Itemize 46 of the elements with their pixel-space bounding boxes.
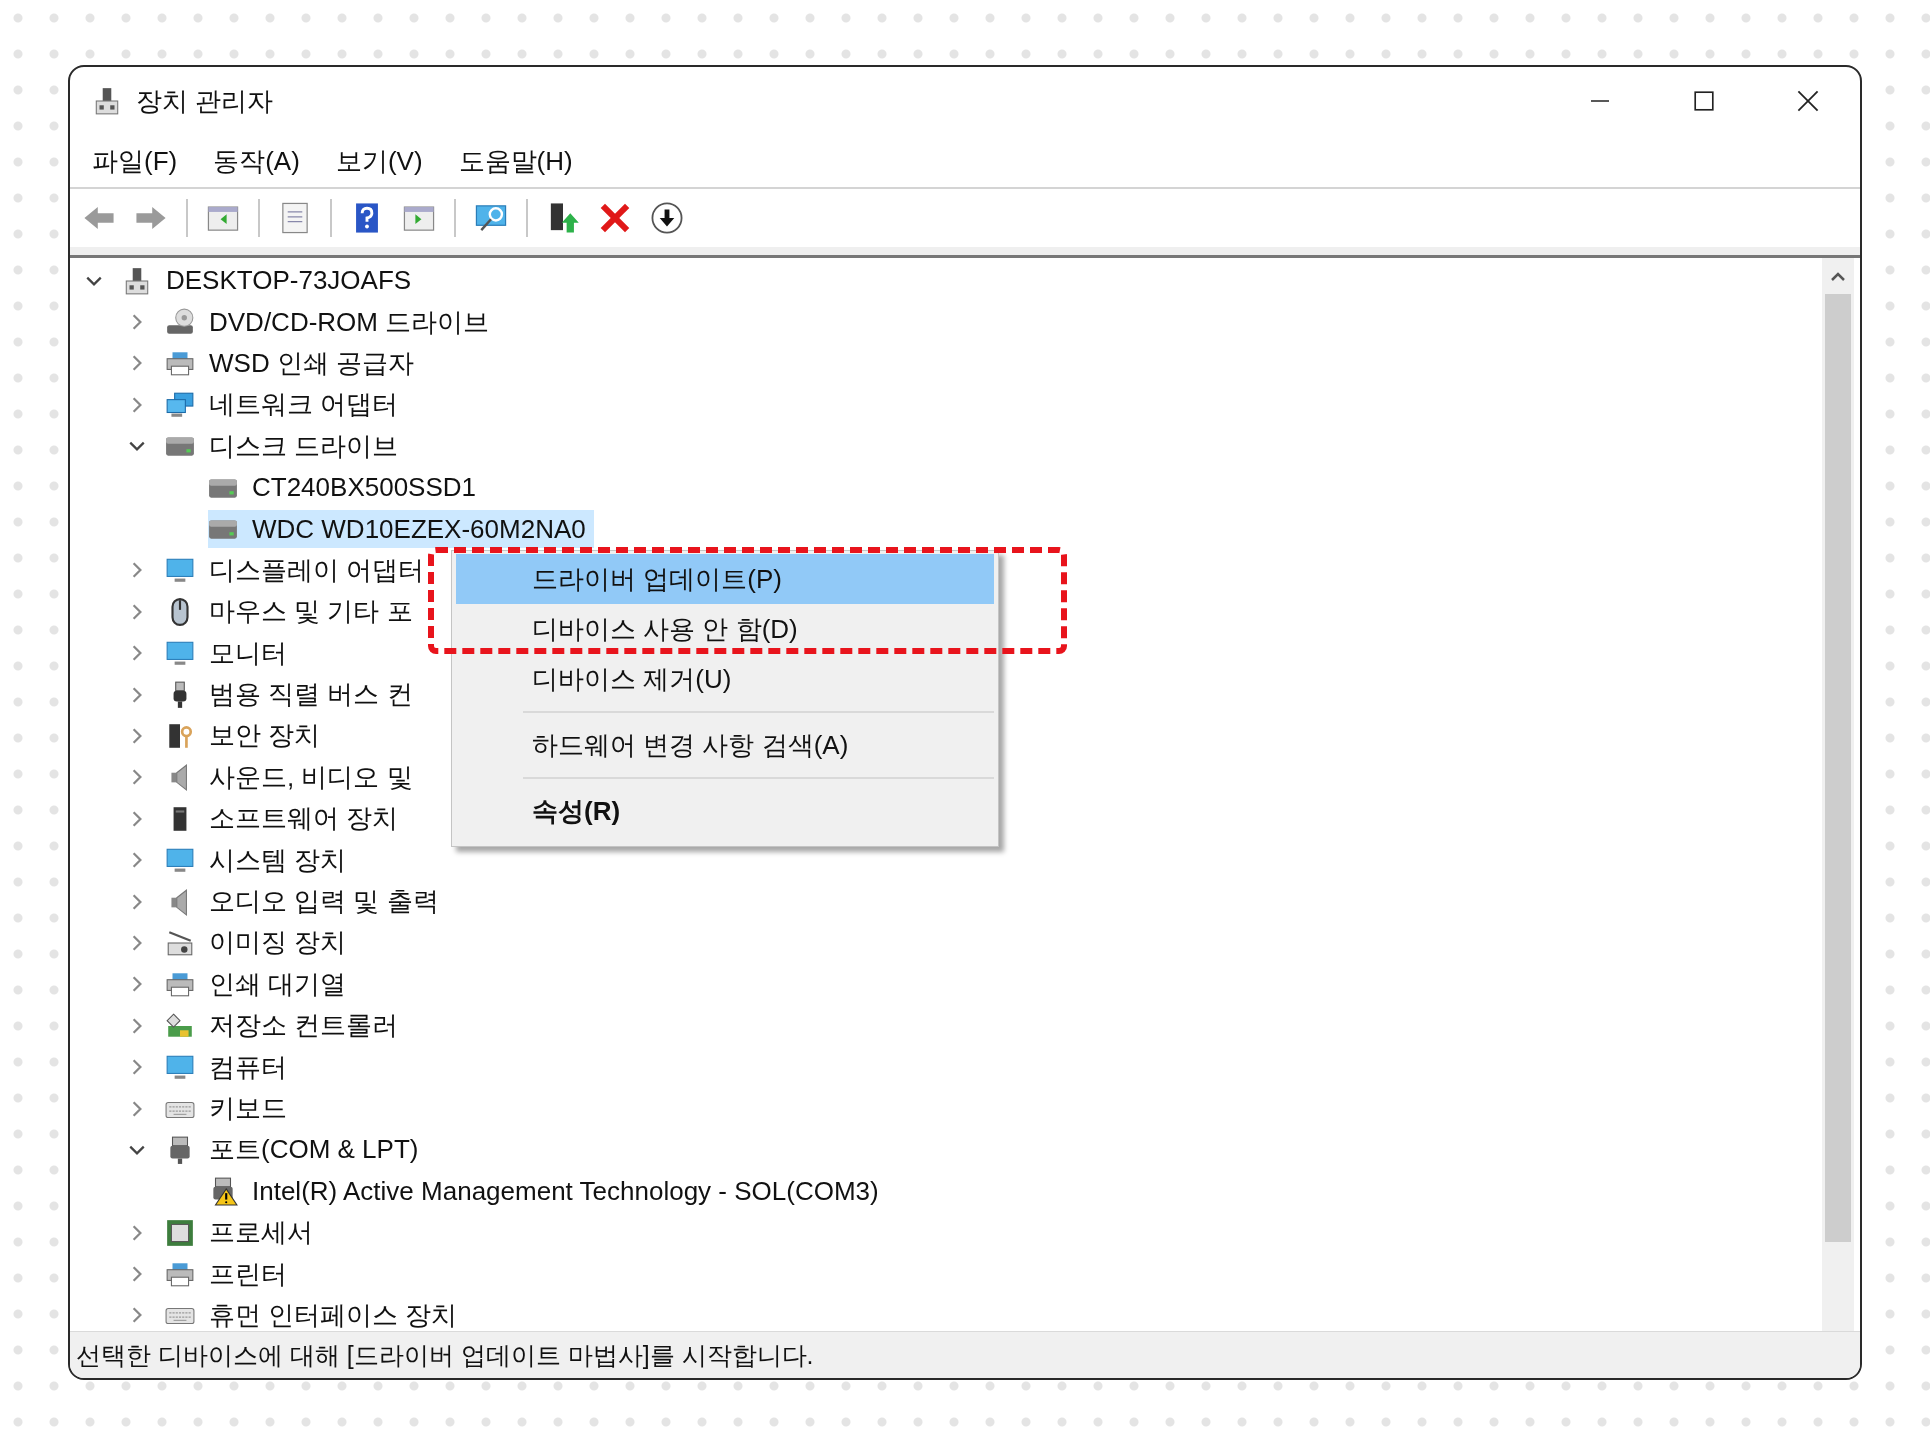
scroll-up-icon[interactable] <box>1830 272 1846 282</box>
tree-item[interactable]: WSD 인쇄 공급자 <box>165 344 423 383</box>
tree-item[interactable]: DESKTOP-73JOAFS <box>122 261 420 300</box>
tree-item[interactable]: 오디오 입력 및 출력 <box>165 882 447 921</box>
menu-option[interactable]: 하드웨어 변경 사항 검색(A) <box>456 720 994 770</box>
scrollbar[interactable] <box>1822 258 1854 1331</box>
tree-item[interactable]: 키보드 <box>165 1089 295 1128</box>
menu-option[interactable]: 속성(R) <box>456 786 994 836</box>
menu-item[interactable]: 도움말(H) <box>458 143 573 179</box>
tree-item[interactable]: 네트워크 어댑터 <box>165 385 407 424</box>
menu-option[interactable]: 디바이스 사용 안 함(D) <box>456 604 994 654</box>
tree-item[interactable]: 포트(COM & LPT) <box>165 1130 427 1169</box>
tree-item[interactable]: Intel(R) Active Management Technology - SOL(COM3) <box>208 1172 887 1211</box>
tree-item[interactable]: 범용 직렬 버스 컨 <box>165 675 421 714</box>
tree-item[interactable]: 컴퓨터 <box>165 1048 295 1087</box>
status-text: 선택한 디바이스에 대해 [드라이버 업데이트 마법사]를 시작합니다. <box>76 1339 814 1371</box>
menu-option[interactable]: 디바이스 제거(U) <box>456 654 994 704</box>
menu-item[interactable]: 파일(F) <box>92 143 178 179</box>
tree-item[interactable]: 마우스 및 기타 포 <box>165 592 421 631</box>
tree-item[interactable]: 디스크 드라이브 <box>165 427 407 466</box>
menu-item[interactable]: 보기(V) <box>335 143 423 179</box>
tree-item[interactable]: 프린터 <box>165 1255 295 1294</box>
close-icon <box>1796 89 1820 113</box>
delete-icon <box>598 201 632 235</box>
tree-item[interactable]: 디스플레이 어댑터 <box>165 551 433 590</box>
scrollbar-thumb[interactable] <box>1825 294 1851 1242</box>
tree-item[interactable]: 모니터 <box>165 634 295 673</box>
tree-item[interactable]: 휴먼 인터페이스 장치 <box>165 1296 466 1331</box>
maximize-icon <box>1693 90 1715 112</box>
tree-item[interactable]: 시스템 장치 <box>165 841 355 880</box>
download-icon <box>650 201 684 235</box>
chip-icon <box>165 1217 195 1248</box>
menu-option[interactable]: 드라이버 업데이트(P) <box>456 554 994 604</box>
tree-item[interactable]: 보안 장치 <box>165 717 329 755</box>
tree-item[interactable]: 프로세서 <box>165 1213 321 1252</box>
tree-item[interactable]: DVD/CD-ROM 드라이브 <box>165 303 498 342</box>
menu-item[interactable]: 동작(A) <box>213 143 300 179</box>
tree-item[interactable]: 이미징 장치 <box>165 923 355 962</box>
tree-item[interactable]: 소프트웨어 장치 <box>165 799 407 838</box>
tree-item[interactable]: 인쇄 대기열 <box>165 965 355 1004</box>
tree-item[interactable]: 사운드, 비디오 및 <box>165 758 421 797</box>
minimize-icon <box>1589 100 1611 102</box>
window-title: 장치 관리자 <box>136 84 274 118</box>
tree-item[interactable]: CT240BX500SSD1 <box>208 468 485 507</box>
tree-item[interactable]: WDC WD10EZEX-60M2NA0 <box>208 510 594 549</box>
tree-item[interactable]: 저장소 컨트롤러 <box>165 1006 407 1045</box>
